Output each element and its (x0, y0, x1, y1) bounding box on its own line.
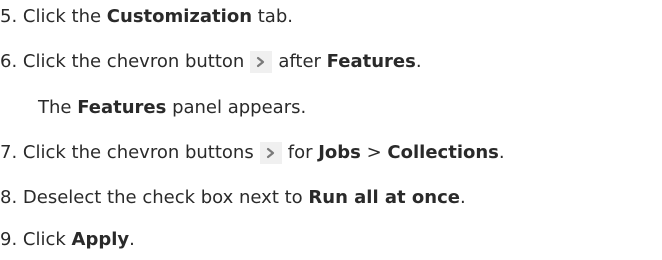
step-text: Click (22, 229, 72, 250)
step-emphasis: Customization (106, 6, 253, 27)
step-text-end: . (129, 229, 135, 250)
step-7: 7. Click the chevron buttons for Jobs > … (0, 140, 505, 166)
chevron-right-icon (259, 142, 282, 164)
step-emphasis: Jobs (318, 142, 361, 163)
step-text-end: tab. (252, 6, 293, 27)
step-number: 6. (0, 51, 18, 72)
step-number: 9. (0, 229, 18, 250)
step-number: 5. (0, 6, 18, 27)
step-text: Click the (22, 6, 107, 27)
step-emphasis-2: Collections (387, 142, 499, 163)
step-text-end: . (459, 187, 466, 208)
step-text-end: . (415, 51, 422, 72)
step-6-result: The Features panel appears. (38, 95, 306, 121)
step-9: 9. Click Apply. (0, 227, 135, 253)
note-text: The (38, 97, 78, 118)
step-5: 5. Click the Customization tab. (0, 4, 293, 30)
step-text: Deselect the check box next to (22, 187, 309, 208)
step-text: Click the chevron button (22, 51, 245, 72)
note-emphasis: Features (77, 97, 167, 118)
step-text-mid: for (287, 142, 319, 163)
step-number: 7. (0, 142, 18, 163)
step-text-mid: after (278, 51, 327, 72)
step-6: 6. Click the chevron button after Featur… (0, 49, 422, 75)
step-emphasis: Run all at once (308, 187, 460, 208)
chevron-right-icon (250, 51, 273, 73)
step-emphasis: Features (326, 51, 416, 72)
step-number: 8. (0, 187, 18, 208)
step-emphasis: Apply (71, 229, 130, 250)
note-text-end: panel appears. (166, 97, 307, 118)
step-text: Click the chevron buttons (22, 142, 254, 163)
step-text-end: . (498, 142, 505, 163)
path-separator: > (360, 142, 388, 163)
step-8: 8. Deselect the check box next to Run al… (0, 185, 466, 211)
